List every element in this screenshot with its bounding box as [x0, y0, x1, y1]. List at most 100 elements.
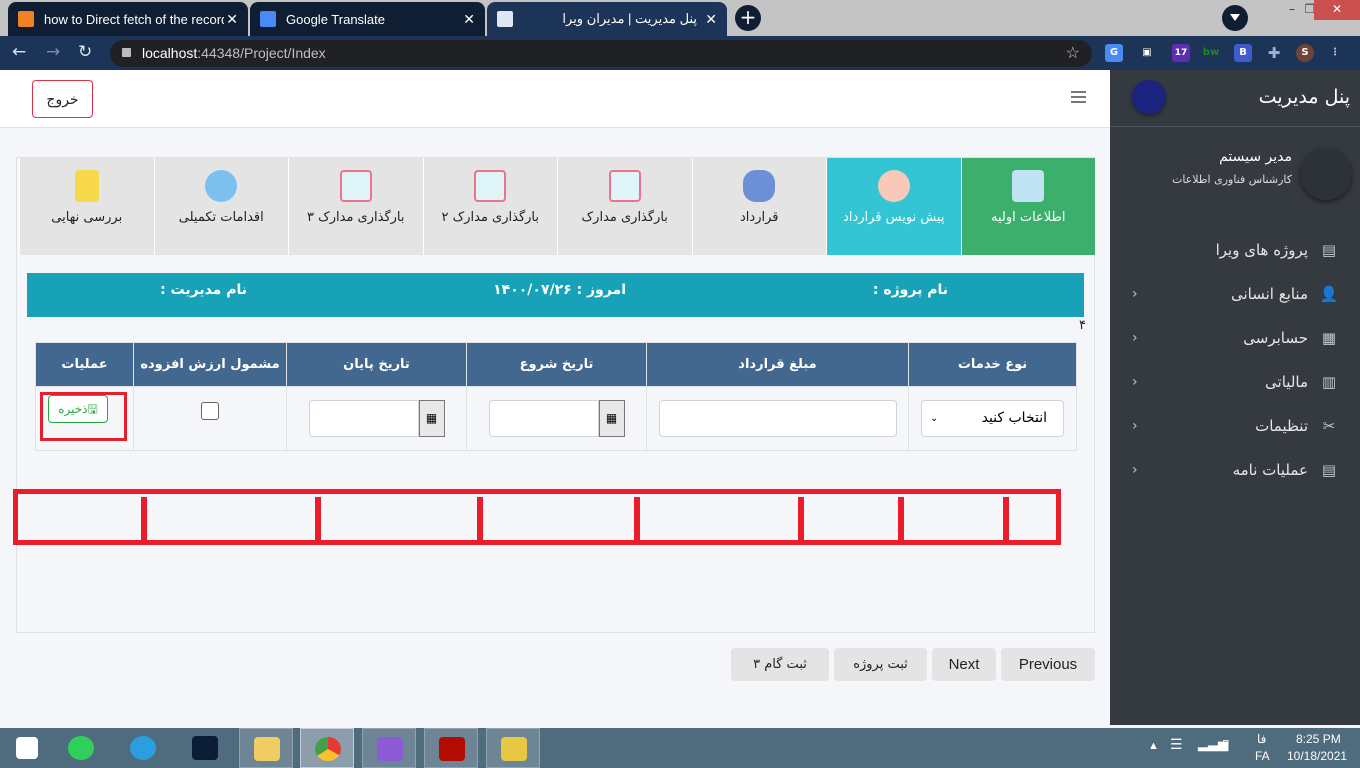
- tab-title: پنل مدیریت | مدیران ویرا: [562, 11, 697, 26]
- logout-button[interactable]: خروج: [32, 80, 93, 118]
- close-tab-icon[interactable]: ✕: [705, 11, 717, 28]
- start-date-input[interactable]: [488, 400, 599, 437]
- taskbar-acrobat[interactable]: [424, 728, 478, 768]
- browser-tab-admin-panel[interactable]: پنل مدیریت | مدیران ویرا ✕: [487, 2, 727, 36]
- submit-project-button[interactable]: ثبت پروژه: [834, 648, 927, 681]
- reload-icon[interactable]: ↻: [78, 42, 92, 62]
- step-upload-docs[interactable]: بارگذاری مدارک: [557, 158, 692, 255]
- sidebar-item-label: مالیاتی: [1265, 373, 1308, 391]
- sidebar-item-audit[interactable]: ▦ حسابرسی ‹: [1110, 316, 1360, 360]
- language-indicator-native[interactable]: فا: [1257, 732, 1266, 746]
- close-window-button[interactable]: ✕: [1314, 0, 1360, 20]
- calendar-icon[interactable]: ▦: [418, 400, 445, 437]
- step-upload-docs-2[interactable]: بارگذاری مدارک ۲: [422, 158, 557, 255]
- taskbar-visual-studio[interactable]: [362, 728, 416, 768]
- forward-icon[interactable]: →: [46, 42, 60, 62]
- table-header-row: نوع خدمات مبلغ قرارداد تاریخ شروع تاریخ …: [35, 342, 1077, 387]
- taskbar-db-tool[interactable]: [486, 728, 540, 768]
- b-extension-icon[interactable]: B: [1234, 44, 1252, 62]
- browser-tab-google-translate[interactable]: Google Translate ✕: [250, 2, 485, 36]
- browser-tab-stackoverflow[interactable]: how to Direct fetch of the record ✕: [8, 2, 248, 36]
- chrome-icon: [315, 737, 341, 761]
- sidebar-item-projects[interactable]: ▤ پروژه های ویرا: [1110, 228, 1360, 272]
- cell-vat: [133, 386, 287, 451]
- taskbar-chrome[interactable]: [300, 728, 354, 768]
- hamburger-menu-icon[interactable]: [1071, 91, 1086, 103]
- battery-icon[interactable]: ▯: [1222, 736, 1230, 753]
- taskbar-file-explorer[interactable]: [239, 728, 293, 768]
- service-type-select[interactable]: انتخاب کنید ⌄: [921, 400, 1064, 437]
- chevron-left-icon: ‹: [1132, 286, 1138, 302]
- end-date-input[interactable]: [308, 400, 419, 437]
- visual-studio-icon: [377, 737, 403, 761]
- sidebar-item-tax[interactable]: ▥ مالیاتی ‹: [1110, 360, 1360, 404]
- annotation-red-table-sketch: [13, 489, 1061, 545]
- save-button[interactable]: 🖫ذخیره: [48, 395, 108, 423]
- select-value: انتخاب کنید: [981, 410, 1047, 426]
- browser-toolbar: ← → ↻ localhost:44348/Project/Index ☆ G …: [0, 36, 1360, 70]
- google-translate-extension-icon[interactable]: G: [1105, 44, 1123, 62]
- project-info-bar: نام پروژه : امروز : ۱۴۰۰/۰۷/۲۶ نام مدیری…: [27, 273, 1084, 317]
- header-start-date: تاریخ شروع: [466, 342, 647, 387]
- clock-date[interactable]: 10/18/2021: [1287, 749, 1347, 763]
- step-contract-draft[interactable]: پیش نویس قرارداد: [826, 158, 961, 255]
- step-upload-docs-3[interactable]: بارگذاری مدارک ۳: [288, 158, 423, 255]
- submit-step3-button[interactable]: ثبت گام ۳: [731, 648, 829, 681]
- step-label: اطلاعات اولیه: [990, 210, 1066, 225]
- cell-service-type: انتخاب کنید ⌄: [908, 386, 1077, 451]
- windows-taskbar: ▲ ☰ ▂▃▅ ▯ فا FA 8:25 PM 10/18/2021: [0, 728, 1360, 768]
- bitwarden-extension-icon[interactable]: bw: [1202, 44, 1220, 62]
- step-initial-info[interactable]: اطلاعات اولیه: [960, 158, 1095, 255]
- stackoverflow-icon: [18, 11, 34, 27]
- brand-title: پنل مدیریت: [1258, 86, 1350, 108]
- new-tab-button[interactable]: +: [735, 5, 761, 31]
- network-drive-icon[interactable]: ☰: [1170, 736, 1183, 753]
- document-edit-icon: [1012, 170, 1045, 202]
- profile-avatar[interactable]: S: [1296, 44, 1314, 62]
- vat-checkbox[interactable]: [201, 401, 219, 420]
- previous-button[interactable]: Previous: [1001, 648, 1095, 681]
- extension-badge-icon[interactable]: 17: [1172, 44, 1190, 62]
- sidebar-item-hr[interactable]: 👤 منابع انسانی ‹: [1110, 272, 1360, 316]
- close-tab-icon[interactable]: ✕: [226, 11, 238, 28]
- user-role: کارشناس فناوری اطلاعات: [1171, 173, 1292, 186]
- calendar-icon[interactable]: ▦: [598, 400, 625, 437]
- table-row: انتخاب کنید ⌄ ▦ ▦ 🖫ذخیره: [35, 386, 1077, 451]
- google-translate-icon: [260, 11, 276, 27]
- manager-name-label: نام مدیریت :: [160, 282, 247, 298]
- taskbar-telegram[interactable]: [116, 728, 170, 768]
- clock-time[interactable]: 8:25 PM: [1296, 732, 1341, 746]
- taskbar-photoshop[interactable]: [178, 728, 232, 768]
- windows-start-button[interactable]: [0, 728, 54, 768]
- tab-title: how to Direct fetch of the record: [44, 11, 224, 27]
- sidebar-item-settings[interactable]: ✂ تنظیمات ‹: [1110, 404, 1360, 448]
- extensions-puzzle-icon[interactable]: ✚: [1265, 44, 1283, 62]
- save-label: ذخیره: [58, 402, 88, 416]
- next-button[interactable]: Next: [932, 648, 996, 681]
- chevron-left-icon: ‹: [1132, 462, 1138, 478]
- user-name[interactable]: مدیر سیستم: [1219, 149, 1292, 165]
- chevron-left-icon: ‹: [1132, 374, 1138, 390]
- contract-amount-input[interactable]: [658, 400, 897, 437]
- sidebar-item-letters[interactable]: ▤ عملیات نامه ‹: [1110, 448, 1360, 492]
- step-final-review[interactable]: بررسی نهایی: [19, 158, 154, 255]
- extension-icon[interactable]: ▣: [1138, 44, 1156, 62]
- address-bar[interactable]: localhost:44348/Project/Index ☆: [110, 40, 1092, 67]
- step-contract[interactable]: قرارداد: [691, 158, 826, 255]
- header-service-type: نوع خدمات: [908, 342, 1077, 387]
- bookmark-star-icon[interactable]: ☆: [1066, 40, 1080, 67]
- back-icon[interactable]: ←: [12, 42, 26, 62]
- brand-link[interactable]: پنل مدیریت: [1110, 70, 1360, 127]
- show-hidden-icons[interactable]: ▲: [1148, 740, 1159, 752]
- url-host: localhost: [142, 45, 198, 61]
- taskbar-whatsapp[interactable]: [54, 728, 108, 768]
- close-tab-icon[interactable]: ✕: [463, 11, 475, 28]
- language-indicator[interactable]: FA: [1255, 749, 1270, 763]
- tab-search-icon[interactable]: [1222, 5, 1248, 31]
- browser-menu-icon[interactable]: ⋮: [1326, 44, 1344, 62]
- step-additional-actions[interactable]: اقدامات تکمیلی: [153, 158, 288, 255]
- lock-icon: [122, 48, 131, 57]
- step-label: اقدامات تکمیلی: [178, 210, 264, 225]
- sidebar-item-label: منابع انسانی: [1230, 285, 1308, 303]
- extension-badge: 17: [1174, 48, 1188, 58]
